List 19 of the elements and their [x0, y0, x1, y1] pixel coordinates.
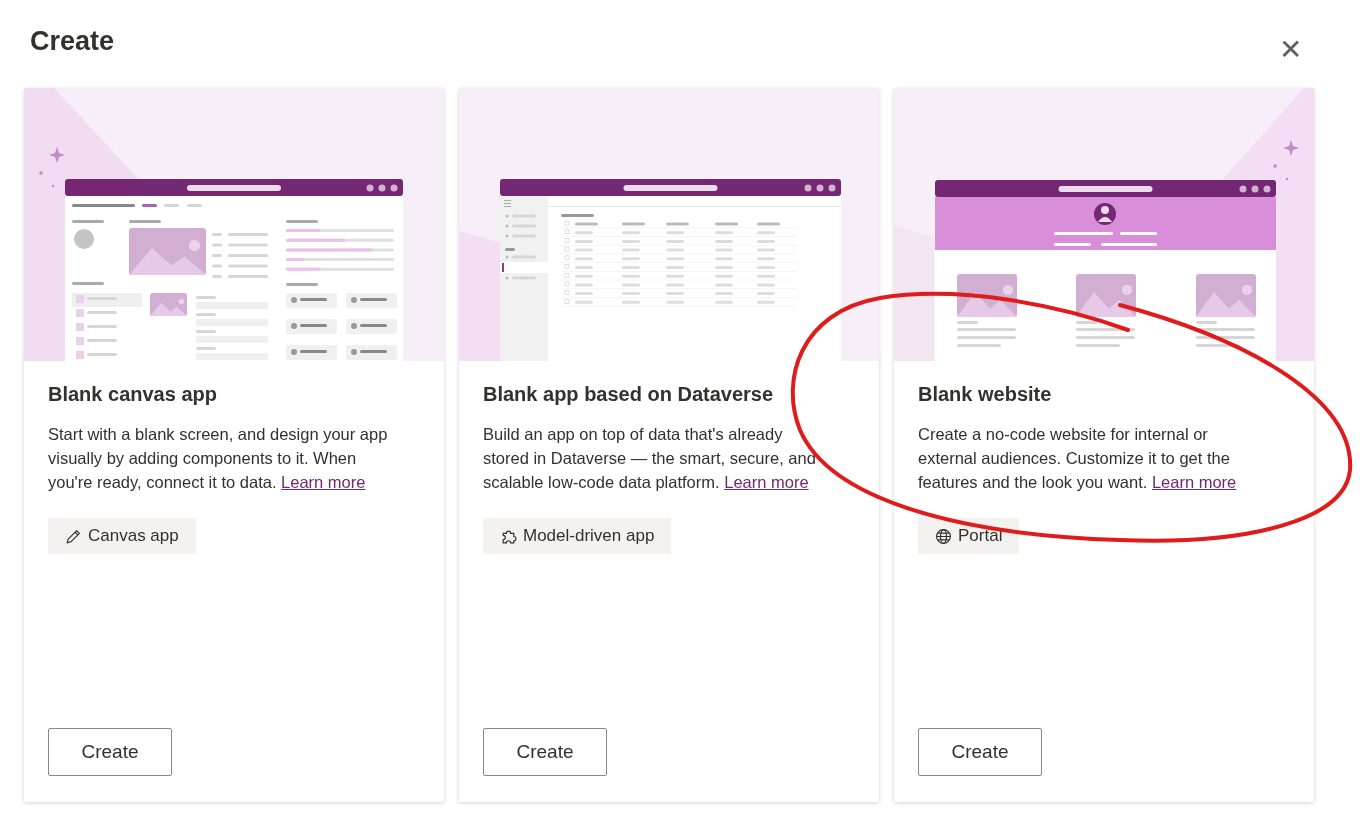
- create-button[interactable]: Create: [48, 728, 172, 776]
- card-description: Start with a blank screen, and design your app visually by adding components to it. When you're ready, connect it to data. Learn more: [48, 424, 389, 493]
- dialog-title: Create: [30, 25, 115, 57]
- tag-label: Portal: [958, 526, 1003, 546]
- learn-more-link[interactable]: Learn more: [281, 473, 366, 491]
- card-title: Blank canvas app: [48, 383, 218, 406]
- card-description: Build an app on top of data that's already stored in Dataverse — the smart, secure, and scalable low-code data platform. Learn more: [483, 424, 817, 493]
- card-title: Blank website: [918, 383, 1053, 406]
- create-button[interactable]: Create: [483, 728, 607, 776]
- card-title: Blank app based on Dataverse: [483, 383, 775, 406]
- card-description: Create a no-code website for internal or external audiences. Customize it to get the features and the look you want. Learn more: [918, 424, 1238, 493]
- close-button[interactable]: ✕: [1275, 36, 1306, 64]
- tag-label: Model-driven app: [523, 526, 655, 546]
- tag-label: Canvas app: [88, 526, 179, 546]
- pencil-icon: [65, 527, 82, 545]
- create-button[interactable]: Create: [918, 728, 1042, 776]
- learn-more-link[interactable]: Learn more: [724, 473, 809, 491]
- globe-icon: [935, 527, 952, 545]
- learn-more-link[interactable]: Learn more: [1151, 473, 1237, 491]
